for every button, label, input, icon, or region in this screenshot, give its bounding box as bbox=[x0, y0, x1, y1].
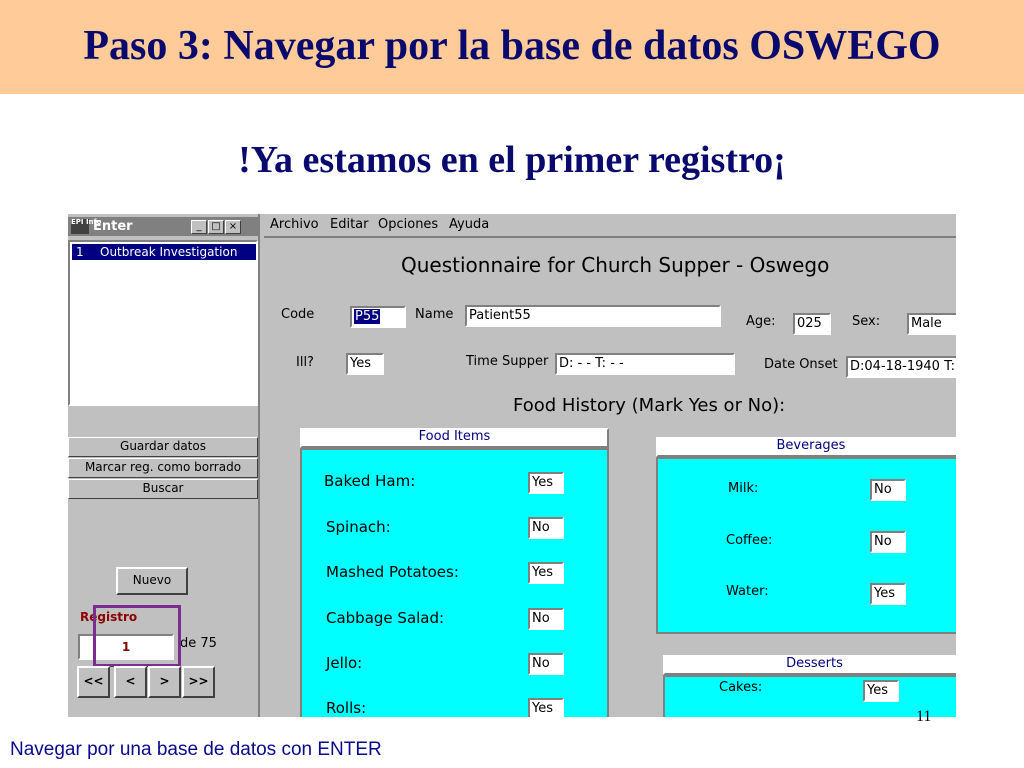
buscar-button[interactable]: Buscar bbox=[68, 479, 258, 499]
beverages-panel: Milk: No Coffee: No Water: Yes bbox=[656, 457, 956, 634]
marcar-borrado-button[interactable]: Marcar reg. como borrado bbox=[68, 458, 258, 478]
nuevo-button[interactable]: Nuevo bbox=[116, 567, 188, 595]
record-highlight-box bbox=[93, 605, 181, 667]
spinach-field[interactable]: No bbox=[528, 517, 564, 539]
age-label: Age: bbox=[746, 314, 776, 329]
guardar-datos-button[interactable]: Guardar datos bbox=[68, 437, 258, 457]
age-field[interactable]: 025 bbox=[793, 313, 831, 335]
code-label: Code bbox=[281, 307, 315, 322]
date-onset-label: Date Onset bbox=[764, 357, 838, 372]
beverage-label: Milk: bbox=[728, 481, 759, 496]
sex-field[interactable]: Male bbox=[907, 313, 956, 335]
food-history-label: Food History (Mark Yes or No): bbox=[513, 395, 786, 416]
maximize-button[interactable]: □ bbox=[208, 220, 224, 234]
last-record-button[interactable]: >> bbox=[182, 666, 215, 698]
enter-window-titlebar[interactable]: EPI Info Enter _ □ × bbox=[68, 217, 258, 236]
milk-field[interactable]: No bbox=[870, 479, 906, 501]
app-screenshot: EPI Info Enter _ □ × 1 Outbreak Investig… bbox=[68, 214, 956, 717]
cabbage-salad-field[interactable]: No bbox=[528, 608, 564, 630]
slide-subtitle: !Ya estamos en el primer registro¡ bbox=[238, 139, 786, 181]
date-onset-field[interactable]: D:04-18-1940 T: 1 bbox=[846, 356, 956, 378]
sex-label: Sex: bbox=[852, 314, 881, 329]
slide-title: Paso 3: Navegar por la base de datos OSW… bbox=[83, 23, 941, 69]
epi-info-logo-icon: EPI Info bbox=[71, 219, 101, 234]
food-items-panel: Baked Ham: Yes Spinach: No Mashed Potato… bbox=[300, 448, 609, 717]
slide-footer: Navegar por una base de datos con ENTER bbox=[10, 739, 382, 760]
menu-divider bbox=[264, 236, 956, 238]
food-label: Cabbage Salad: bbox=[326, 609, 445, 627]
menu-ayuda[interactable]: Ayuda bbox=[449, 217, 489, 232]
food-label: Baked Ham: bbox=[324, 472, 416, 490]
ill-label: Ill? bbox=[296, 355, 314, 370]
baked-ham-field[interactable]: Yes bbox=[528, 472, 564, 494]
food-label: Jello: bbox=[326, 654, 363, 672]
menu-editar[interactable]: Editar bbox=[330, 217, 369, 232]
page-number: 11 bbox=[916, 708, 932, 725]
jello-field[interactable]: No bbox=[528, 653, 564, 675]
menu-archivo[interactable]: Archivo bbox=[270, 217, 319, 232]
time-supper-field[interactable]: D: - - T: - - bbox=[555, 353, 735, 375]
name-field[interactable]: Patient55 bbox=[465, 305, 721, 327]
ill-field[interactable]: Yes bbox=[346, 353, 384, 375]
beverage-label: Coffee: bbox=[726, 533, 773, 548]
time-supper-label: Time Supper bbox=[466, 354, 549, 369]
close-button[interactable]: × bbox=[225, 220, 241, 234]
food-label: Spinach: bbox=[326, 518, 391, 536]
list-item-number: 1 bbox=[76, 245, 84, 259]
next-record-button[interactable]: > bbox=[148, 666, 181, 698]
menu-opciones[interactable]: Opciones bbox=[378, 217, 438, 232]
water-field[interactable]: Yes bbox=[870, 583, 906, 605]
minimize-button[interactable]: _ bbox=[191, 220, 207, 234]
food-label: Rolls: bbox=[326, 699, 367, 717]
coffee-field[interactable]: No bbox=[870, 531, 906, 553]
code-value: P55 bbox=[354, 309, 381, 324]
code-field[interactable]: P55 bbox=[350, 306, 406, 328]
view-list[interactable]: 1 Outbreak Investigation bbox=[68, 240, 258, 406]
mashed-potatoes-field[interactable]: Yes bbox=[528, 562, 564, 584]
food-items-header: Food Items bbox=[300, 428, 609, 448]
record-total-label: de 75 bbox=[180, 636, 217, 651]
desserts-panel: Cakes: Yes bbox=[663, 675, 956, 717]
list-item[interactable]: 1 Outbreak Investigation bbox=[72, 244, 256, 260]
previous-record-button[interactable]: < bbox=[114, 666, 147, 698]
desserts-header: Desserts bbox=[663, 655, 956, 675]
form-title: Questionnaire for Church Supper - Oswego bbox=[401, 253, 830, 277]
dessert-label: Cakes: bbox=[719, 680, 763, 695]
name-label: Name bbox=[415, 307, 454, 322]
enter-window-title: Enter bbox=[93, 219, 133, 234]
cakes-field[interactable]: Yes bbox=[863, 680, 899, 702]
list-item-label: Outbreak Investigation bbox=[100, 245, 238, 259]
first-record-button[interactable]: << bbox=[77, 666, 110, 698]
beverages-header: Beverages bbox=[656, 437, 956, 457]
beverage-label: Water: bbox=[726, 584, 769, 599]
food-label: Mashed Potatoes: bbox=[326, 563, 459, 581]
rolls-field[interactable]: Yes bbox=[528, 698, 564, 717]
enter-window: EPI Info Enter _ □ × 1 Outbreak Investig… bbox=[68, 214, 260, 717]
